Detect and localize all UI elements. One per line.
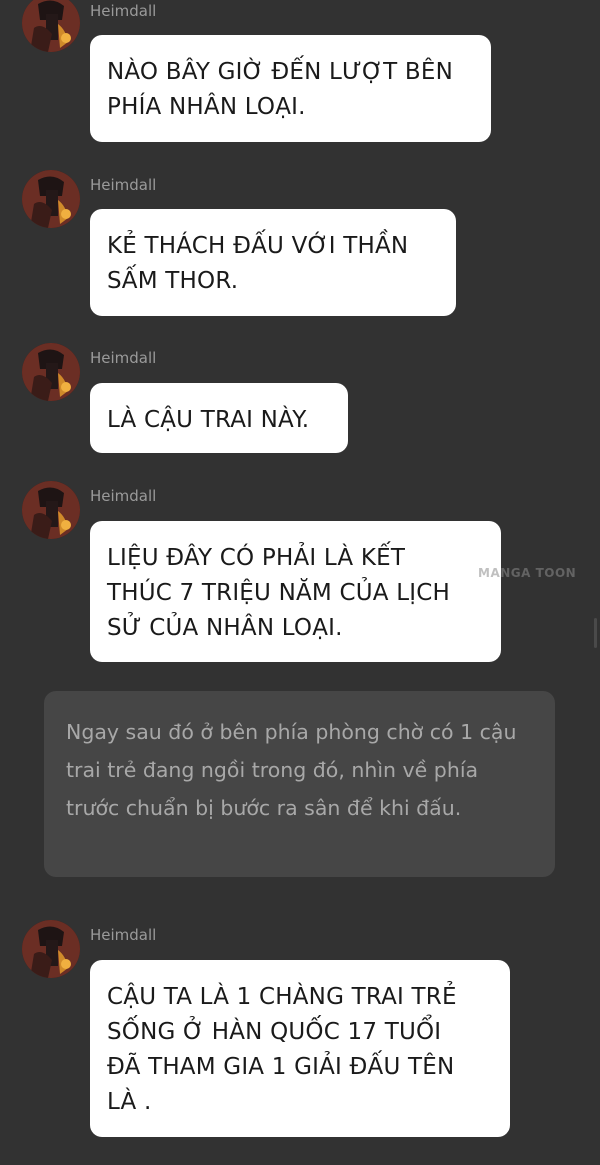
- heimdall-avatar-icon[interactable]: [22, 0, 80, 52]
- scrollbar[interactable]: [594, 618, 597, 648]
- message-bubble: CẬU TA LÀ 1 CHÀNG TRAI TRẺ SỐNG Ở HÀN QU…: [90, 960, 510, 1137]
- message-bubble: NÀO BÂY GIỜ ĐẾN LƯỢT BÊN PHÍA NHÂN LOẠI.: [90, 35, 491, 142]
- heimdall-avatar-icon[interactable]: [22, 343, 80, 401]
- message-bubble: LÀ CẬU TRAI NÀY.: [90, 383, 348, 453]
- sender-name: Heimdall: [90, 176, 157, 194]
- sender-name: Heimdall: [90, 487, 157, 505]
- message-bubble: LIỆU ĐÂY CÓ PHẢI LÀ KẾT THÚC 7 TRIỆU NĂM…: [90, 521, 501, 662]
- narration-box: Ngay sau đó ở bên phía phòng chờ có 1 cậ…: [44, 691, 555, 877]
- heimdall-avatar-icon[interactable]: [22, 481, 80, 539]
- message-bubble: KẺ THÁCH ĐẤU VỚI THẦN SẤM THOR.: [90, 209, 456, 316]
- heimdall-avatar-icon[interactable]: [22, 920, 80, 978]
- sender-name: Heimdall: [90, 926, 157, 944]
- sender-name: Heimdall: [90, 2, 157, 20]
- heimdall-avatar-icon[interactable]: [22, 170, 80, 228]
- sender-name: Heimdall: [90, 349, 157, 367]
- watermark: MANGA TOON: [478, 566, 577, 580]
